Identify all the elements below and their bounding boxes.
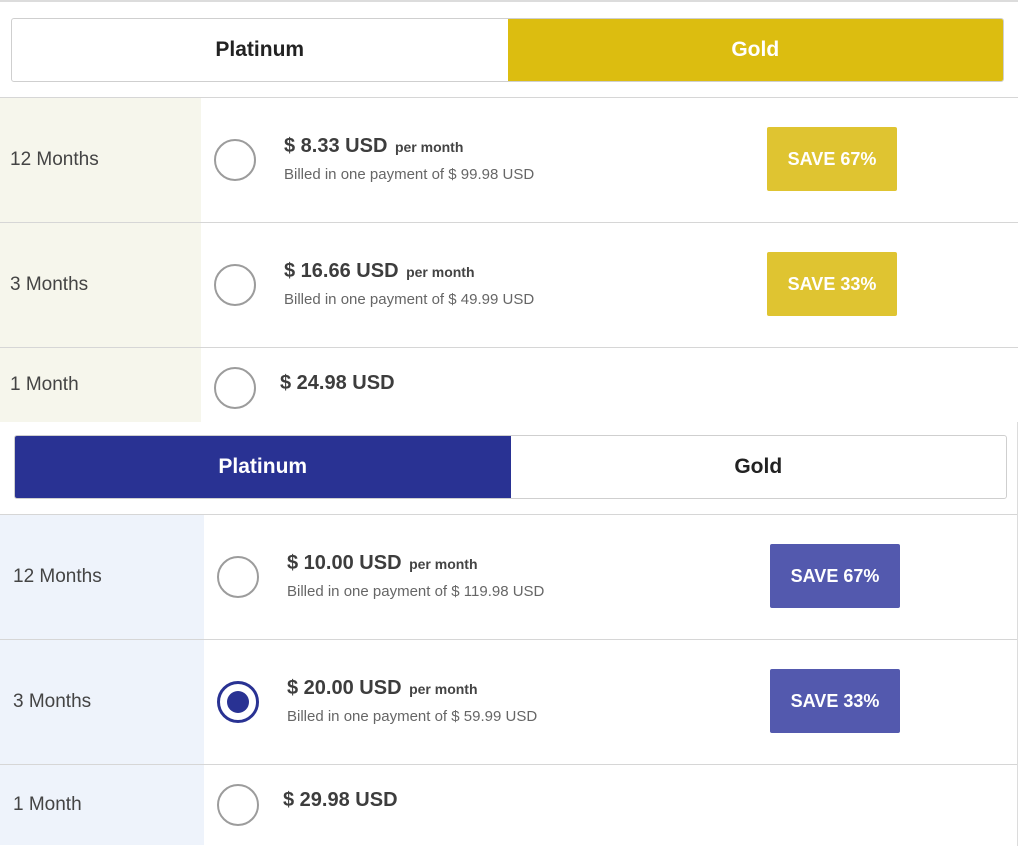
plan-term-label: 1 Month xyxy=(0,348,201,422)
platinum-pricing-panel: Platinum Gold 12 Months $ 10.00 USD per … xyxy=(0,422,1018,846)
billing-note: Billed in one payment of $ 99.98 USD xyxy=(284,166,535,183)
plan-price: $ 8.33 USD per month xyxy=(284,135,463,158)
plan-radio-button-selected[interactable] xyxy=(217,681,259,723)
price-amount: $ 20.00 USD xyxy=(287,677,402,699)
plan-term-label: 1 Month xyxy=(0,765,204,845)
plan-term-label: 12 Months xyxy=(0,98,201,222)
save-badge: SAVE 67% xyxy=(770,544,900,608)
plan-radio-button[interactable] xyxy=(214,264,256,306)
plan-details: $ 10.00 USD per month Billed in one paym… xyxy=(204,515,1017,639)
plan-row-3-months[interactable]: 3 Months $ 16.66 USD per month Billed in… xyxy=(0,223,1018,348)
plan-price: $ 10.00 USD per month xyxy=(287,552,478,575)
plan-radio-button[interactable] xyxy=(217,556,259,598)
tab-gold[interactable]: Gold xyxy=(511,436,1007,498)
plan-price: $ 24.98 USD xyxy=(280,372,395,394)
plan-radio-button[interactable] xyxy=(217,784,259,826)
plan-details: $ 29.98 USD xyxy=(204,765,1017,845)
plan-details: $ 16.66 USD per month Billed in one paym… xyxy=(201,223,1018,347)
plan-tier-tabs: Platinum Gold xyxy=(11,18,1004,82)
plan-row-12-months[interactable]: 12 Months $ 8.33 USD per month Billed in… xyxy=(0,98,1018,223)
plan-term-label: 3 Months xyxy=(0,640,204,764)
plan-row-1-month[interactable]: 1 Month $ 29.98 USD xyxy=(0,765,1017,845)
plan-list: 12 Months $ 8.33 USD per month Billed in… xyxy=(0,97,1018,422)
billing-note: Billed in one payment of $ 49.99 USD xyxy=(284,291,535,308)
plan-details: $ 20.00 USD per month Billed in one paym… xyxy=(204,640,1017,764)
plan-row-3-months[interactable]: 3 Months $ 20.00 USD per month Billed in… xyxy=(0,640,1017,765)
price-amount: $ 8.33 USD xyxy=(284,135,388,157)
tab-platinum[interactable]: Platinum xyxy=(15,436,511,498)
save-badge: SAVE 67% xyxy=(767,127,897,191)
price-amount: $ 10.00 USD xyxy=(287,552,402,574)
plan-price: $ 29.98 USD xyxy=(283,789,398,811)
price-period: per month xyxy=(406,264,475,280)
plan-price: $ 20.00 USD per month xyxy=(287,677,478,700)
plan-price: $ 16.66 USD per month xyxy=(284,260,475,283)
plan-term-label: 3 Months xyxy=(0,223,201,347)
plan-list: 12 Months $ 10.00 USD per month Billed i… xyxy=(0,514,1017,845)
plan-tier-tabs: Platinum Gold xyxy=(14,435,1007,499)
save-badge: SAVE 33% xyxy=(770,669,900,733)
tab-gold[interactable]: Gold xyxy=(507,19,1003,81)
price-period: per month xyxy=(409,556,478,572)
billing-note: Billed in one payment of $ 119.98 USD xyxy=(287,583,545,600)
plan-details: $ 8.33 USD per month Billed in one payme… xyxy=(201,98,1018,222)
save-badge: SAVE 33% xyxy=(767,252,897,316)
plan-row-1-month[interactable]: 1 Month $ 24.98 USD xyxy=(0,348,1018,422)
price-period: per month xyxy=(409,681,478,697)
tab-platinum[interactable]: Platinum xyxy=(12,19,508,81)
billing-note: Billed in one payment of $ 59.99 USD xyxy=(287,708,538,725)
plan-term-label: 12 Months xyxy=(0,515,204,639)
price-period: per month xyxy=(394,139,464,155)
plan-row-12-months[interactable]: 12 Months $ 10.00 USD per month Billed i… xyxy=(0,515,1017,640)
plan-radio-button[interactable] xyxy=(214,367,256,409)
plan-details: $ 24.98 USD xyxy=(201,348,1018,422)
price-amount: $ 16.66 USD xyxy=(284,260,399,282)
gold-pricing-panel: Platinum Gold 12 Months $ 8.33 USD per m… xyxy=(0,0,1018,422)
plan-radio-button[interactable] xyxy=(214,139,256,181)
